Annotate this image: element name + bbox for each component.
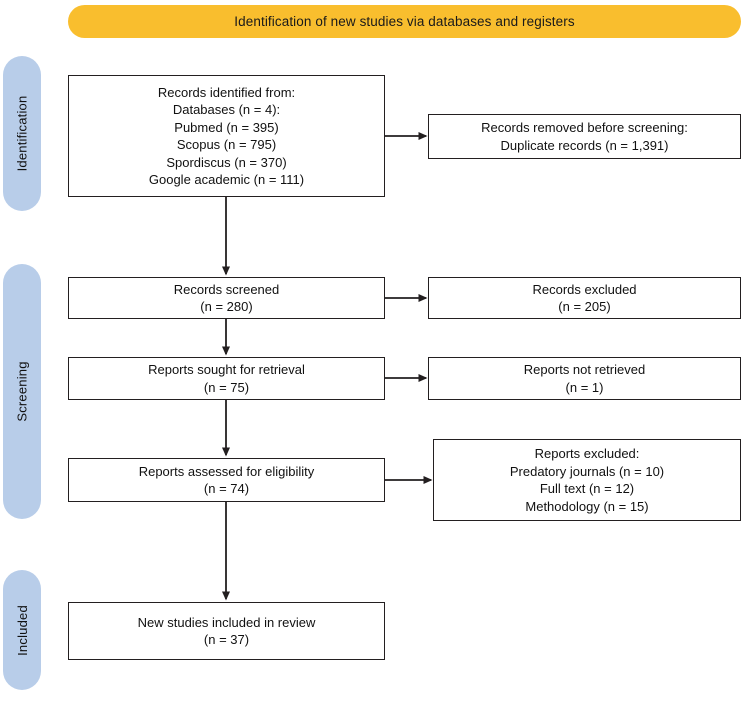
stage-label-included: Included xyxy=(14,604,30,656)
box-reports-assessed-for-eligibility: Reports assessed for eligibility (n = 74… xyxy=(68,458,385,502)
box-reports-excluded: Reports excluded: Predatory journals (n … xyxy=(433,439,741,521)
prisma-flow-diagram: Identification of new studies via databa… xyxy=(0,0,749,725)
box-records-screened-text: Records screened (n = 280) xyxy=(173,281,280,315)
box-records-excluded-text: Records excluded (n = 205) xyxy=(532,281,637,315)
box-reports-not-retrieved-text: Reports not retrieved (n = 1) xyxy=(523,362,646,395)
box-reports-sought-text: Reports sought for retrieval (n = 75) xyxy=(148,362,305,395)
stage-rail-identification: Identification xyxy=(3,56,41,211)
box-reports-assessed-text: Reports assessed for eligibility (n = 74… xyxy=(138,463,315,497)
box-records-identified-text: Records identified from: Databases (n = … xyxy=(148,84,305,188)
stage-rail-included: Included xyxy=(3,570,41,690)
box-reports-excluded-text: Reports excluded: Predatory journals (n … xyxy=(509,446,665,514)
box-records-removed-text: Records removed before screening: Duplic… xyxy=(481,120,688,153)
stage-label-screening: Screening xyxy=(14,361,30,422)
box-records-screened: Records screened (n = 280) xyxy=(68,277,385,319)
box-reports-not-retrieved: Reports not retrieved (n = 1) xyxy=(428,357,741,400)
box-new-studies-included-text: New studies included in review (n = 37) xyxy=(137,614,316,648)
box-records-identified: Records identified from: Databases (n = … xyxy=(68,75,385,197)
diagram-header-banner: Identification of new studies via databa… xyxy=(68,5,741,38)
stage-label-identification: Identification xyxy=(14,95,30,172)
box-reports-sought-for-retrieval: Reports sought for retrieval (n = 75) xyxy=(68,357,385,400)
stage-rail-screening: Screening xyxy=(3,264,41,519)
box-new-studies-included: New studies included in review (n = 37) xyxy=(68,602,385,660)
diagram-title: Identification of new studies via databa… xyxy=(234,14,575,29)
box-records-excluded: Records excluded (n = 205) xyxy=(428,277,741,319)
box-records-removed-before-screening: Records removed before screening: Duplic… xyxy=(428,114,741,159)
